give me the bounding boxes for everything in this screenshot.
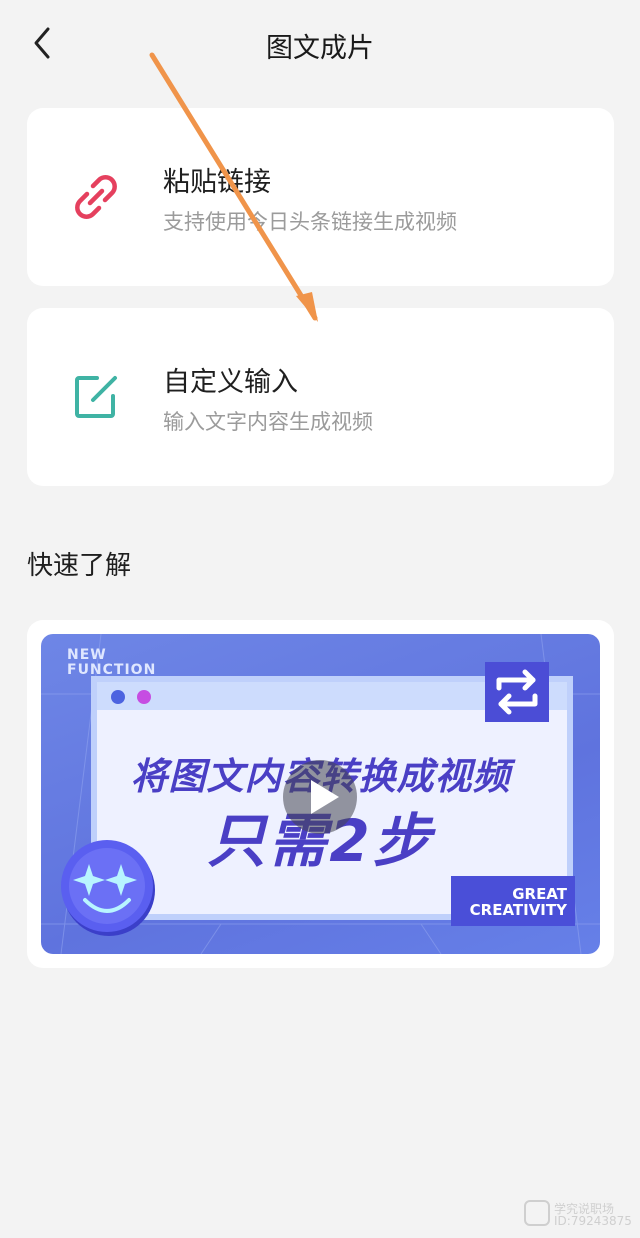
play-button[interactable] <box>283 760 357 834</box>
option-subtitle: 输入文字内容生成视频 <box>163 410 373 434</box>
option-title: 自定义输入 <box>163 367 298 398</box>
link-icon <box>71 172 121 222</box>
option-title: 粘贴链接 <box>163 167 271 198</box>
video-thumbnail[interactable]: NEW FUNCTION 将图文内容转换成视频 只需2步 GREAT <box>41 634 600 954</box>
top-bar: 图文成片 <box>0 0 640 88</box>
watermark-logo-icon <box>524 1200 550 1226</box>
watermark-id: ID:79243875 <box>554 1214 632 1228</box>
paste-link-option[interactable]: 粘贴链接 支持使用今日头条链接生成视频 <box>27 108 614 286</box>
great-creativity-badge: GREAT CREATIVITY <box>451 876 575 926</box>
edit-icon <box>71 372 121 422</box>
swap-arrows-icon <box>485 662 549 722</box>
custom-input-option[interactable]: 自定义输入 输入文字内容生成视频 <box>27 308 614 486</box>
page-title: 图文成片 <box>266 33 374 64</box>
new-function-label: NEW FUNCTION <box>67 648 156 678</box>
sparkle-coin-icon <box>55 834 159 938</box>
window-dot-magenta <box>137 690 151 704</box>
option-subtitle: 支持使用今日头条链接生成视频 <box>163 210 457 234</box>
corner-label-line: NEW <box>67 647 107 663</box>
play-icon <box>311 780 339 814</box>
badge-line: CREATIVITY <box>469 901 567 919</box>
watermark: 学究说职场 ID:79243875 <box>524 1198 636 1230</box>
tutorial-video-card[interactable]: NEW FUNCTION 将图文内容转换成视频 只需2步 GREAT <box>27 620 614 968</box>
window-dot-blue <box>111 690 125 704</box>
section-title: 快速了解 <box>27 551 132 581</box>
badge-line: GREAT <box>512 885 567 903</box>
